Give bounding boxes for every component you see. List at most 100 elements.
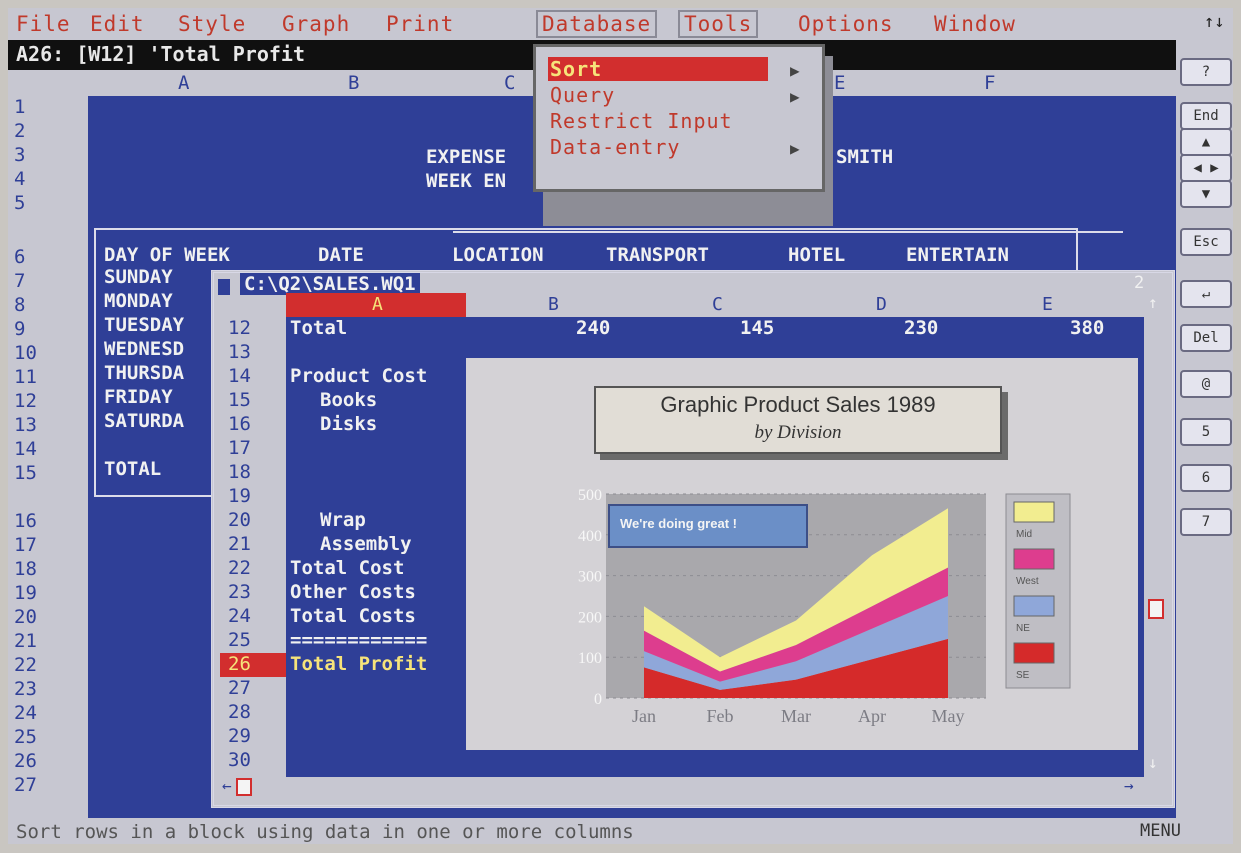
row-number[interactable]: 10 — [14, 342, 37, 364]
row-number[interactable]: 1 — [14, 96, 25, 118]
six-button[interactable]: 6 — [1180, 464, 1232, 492]
column-header-c[interactable]: C — [712, 294, 723, 315]
row-number[interactable]: 25 — [14, 726, 37, 748]
scroll-right-arrow-icon[interactable]: → — [1124, 776, 1134, 795]
esc-button[interactable]: Esc — [1180, 228, 1232, 256]
row-number[interactable]: 4 — [14, 168, 25, 190]
column-header-d[interactable]: D — [876, 294, 887, 315]
menu-file[interactable]: File — [16, 12, 71, 36]
row-number[interactable]: 12 — [228, 317, 251, 339]
row-number[interactable]: 28 — [228, 701, 251, 723]
row-number[interactable]: 23 — [14, 678, 37, 700]
row-number[interactable]: 24 — [228, 605, 251, 627]
total-profit-cell[interactable]: Total Profit — [290, 653, 427, 675]
row-number[interactable]: 16 — [14, 510, 37, 532]
row-number[interactable]: 19 — [228, 485, 251, 507]
horizontal-scrollbar[interactable]: ← → — [220, 776, 1144, 796]
row-number[interactable]: 13 — [228, 341, 251, 363]
column-header-a[interactable]: A — [372, 294, 383, 315]
separator-cell[interactable]: ============ — [290, 629, 427, 651]
day-cell[interactable]: THURSDA — [104, 362, 184, 384]
disks-cell[interactable]: Disks — [320, 413, 377, 435]
row-number[interactable]: 26 — [14, 750, 37, 772]
row-number[interactable]: 14 — [228, 365, 251, 387]
other-costs-cell[interactable]: Other Costs — [290, 581, 416, 603]
graph-window[interactable]: 0 100 200 300 400 500 Jan Feb Mar Apr May Mid West NE… — [466, 358, 1138, 750]
row-number[interactable]: 22 — [228, 557, 251, 579]
row-number[interactable]: 17 — [14, 534, 37, 556]
wrap-cell[interactable]: Wrap — [320, 509, 366, 531]
column-header-b[interactable]: B — [348, 72, 359, 94]
row-number[interactable]: 5 — [14, 192, 25, 214]
row-number[interactable]: 21 — [228, 533, 251, 555]
product-cost-cell[interactable]: Product Cost — [290, 365, 427, 387]
column-header-c[interactable]: C — [504, 72, 515, 94]
assembly-cell[interactable]: Assembly — [320, 533, 412, 555]
column-header-e[interactable]: E — [1042, 294, 1053, 315]
row-number[interactable]: 8 — [14, 294, 25, 316]
column-header-e[interactable]: E — [834, 72, 845, 94]
day-cell[interactable]: SATURDA — [104, 410, 184, 432]
menu-style[interactable]: Style — [178, 12, 246, 36]
menu-window[interactable]: Window — [934, 12, 1016, 36]
vertical-scroll-thumb[interactable] — [1148, 599, 1164, 619]
total-value-cell[interactable]: 145 — [740, 317, 774, 339]
day-cell[interactable]: FRIDAY — [104, 386, 173, 408]
end-button[interactable]: End — [1180, 102, 1232, 130]
window-resize-arrows[interactable]: ↑↓ — [1204, 12, 1224, 32]
seven-button[interactable]: 7 — [1180, 508, 1232, 536]
row-number[interactable]: 9 — [14, 318, 25, 340]
at-button[interactable]: @ — [1180, 370, 1232, 398]
five-button[interactable]: 5 — [1180, 418, 1232, 446]
day-cell[interactable]: MONDAY — [104, 290, 173, 312]
books-cell[interactable]: Books — [320, 389, 377, 411]
dropdown-item-data-entry[interactable]: Data-entry — [550, 135, 680, 159]
day-cell[interactable]: WEDNESD — [104, 338, 184, 360]
menu-tools[interactable]: Tools — [678, 10, 759, 38]
menu-print[interactable]: Print — [386, 12, 454, 36]
row-number[interactable]: 20 — [228, 509, 251, 531]
column-header-a[interactable]: A — [178, 72, 189, 94]
menu-database[interactable]: Database — [536, 10, 658, 38]
row-number[interactable]: 29 — [228, 725, 251, 747]
scroll-up-arrow-icon[interactable]: ↑ — [1148, 293, 1158, 312]
row-number[interactable]: 24 — [14, 702, 37, 724]
row-number[interactable]: 18 — [14, 558, 37, 580]
row-number[interactable]: 27 — [14, 774, 37, 796]
row-number[interactable]: 30 — [228, 749, 251, 771]
vertical-scrollbar[interactable]: ↑ ↓ — [1146, 293, 1164, 777]
enter-button[interactable]: ↵ — [1180, 280, 1232, 308]
horizontal-scroll-thumb[interactable] — [236, 778, 252, 796]
row-number[interactable]: 12 — [14, 390, 37, 412]
row-number[interactable]: 6 — [14, 246, 25, 268]
row-number[interactable]: 15 — [14, 462, 37, 484]
day-cell[interactable]: SUNDAY — [104, 266, 173, 288]
row-number[interactable]: 20 — [14, 606, 37, 628]
row-number[interactable]: 17 — [228, 437, 251, 459]
dropdown-item-restrict-input[interactable]: Restrict Input — [550, 109, 733, 133]
scroll-up-button[interactable]: ▲ — [1180, 128, 1232, 156]
total-costs-cell[interactable]: Total Costs — [290, 605, 416, 627]
dropdown-item-sort[interactable]: Sort — [550, 57, 602, 81]
total-value-cell[interactable]: 230 — [904, 317, 938, 339]
delete-button[interactable]: Del — [1180, 324, 1232, 352]
scroll-left-right-button[interactable]: ◀ ▶ — [1180, 154, 1232, 182]
row-number[interactable]: 23 — [228, 581, 251, 603]
column-header-f[interactable]: F — [984, 72, 995, 94]
total-cost-cell[interactable]: Total Cost — [290, 557, 404, 579]
scroll-down-arrow-icon[interactable]: ↓ — [1148, 753, 1158, 772]
total-value-cell[interactable]: 380 — [1070, 317, 1104, 339]
row-number[interactable]: 22 — [14, 654, 37, 676]
day-cell[interactable]: TUESDAY — [104, 314, 184, 336]
row-number[interactable]: 19 — [14, 582, 37, 604]
row-number[interactable]: 26 — [228, 653, 251, 675]
row-number[interactable]: 13 — [14, 414, 37, 436]
menu-graph[interactable]: Graph — [282, 12, 350, 36]
help-button[interactable]: ? — [1180, 58, 1232, 86]
dropdown-item-query[interactable]: Query — [550, 83, 615, 107]
total-cell[interactable]: TOTAL — [104, 458, 161, 480]
total-label-cell[interactable]: Total — [290, 317, 347, 339]
menu-edit[interactable]: Edit — [90, 12, 145, 36]
row-number[interactable]: 2 — [14, 120, 25, 142]
row-number[interactable]: 27 — [228, 677, 251, 699]
